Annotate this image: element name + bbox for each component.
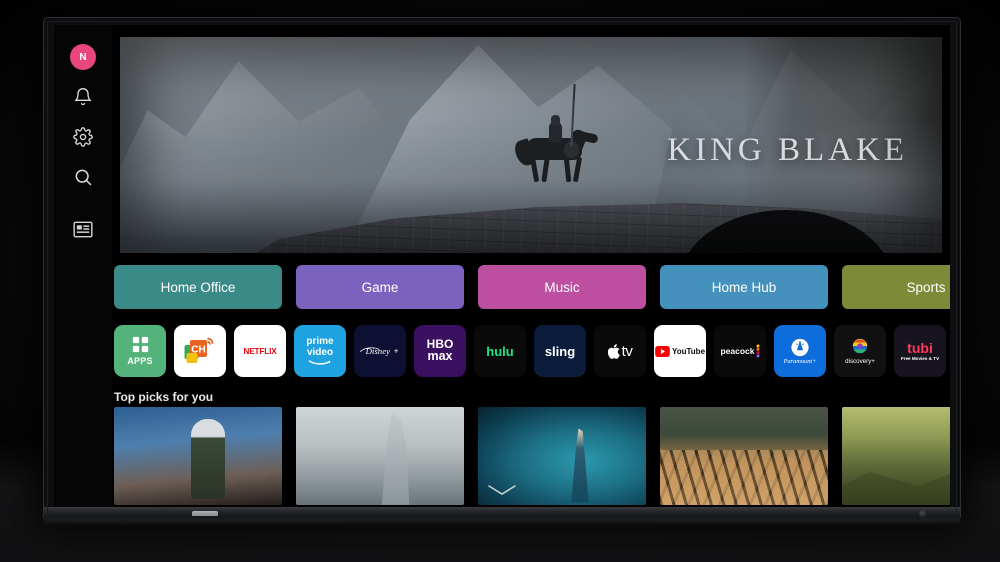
app-hulu[interactable]: hulu: [474, 325, 526, 377]
app-channels[interactable]: CH: [174, 325, 226, 377]
app-tubi[interactable]: tubi Free Movies & TV: [894, 325, 946, 377]
tv-brand-logo: [192, 511, 218, 517]
category-tiles: Home Office Game Music Home Hub Sports: [114, 265, 950, 309]
sidebar-item-notifications[interactable]: [54, 77, 112, 117]
category-label: Sports: [906, 279, 946, 295]
app-label-max: max: [427, 348, 453, 363]
app-prime-video[interactable]: prime video: [294, 325, 346, 377]
app-apps[interactable]: APPS: [114, 325, 166, 377]
pick-green-hills[interactable]: [842, 407, 950, 505]
app-label: NETFLIX: [243, 346, 277, 356]
app-netflix[interactable]: NETFLIX: [234, 325, 286, 377]
hero-banner[interactable]: KING BLAKE: [120, 37, 942, 253]
search-icon: [73, 167, 93, 187]
app-discovery-plus[interactable]: discovery+: [834, 325, 886, 377]
hero-title: KING BLAKE: [667, 132, 908, 169]
app-label: tubi: [907, 340, 933, 356]
app-label: peacock: [720, 346, 755, 356]
television: N KING BLAKE Home Office Game Music Home…: [44, 18, 960, 520]
app-label: tv: [621, 342, 633, 360]
app-apple-tv[interactable]: tv: [594, 325, 646, 377]
row-title: Top picks for you: [114, 390, 214, 404]
top-picks-row: [114, 407, 950, 505]
svg-text:CH: CH: [191, 345, 205, 356]
category-tile-music[interactable]: Music: [478, 265, 646, 309]
paramount-mountain-icon: [791, 338, 809, 356]
pick-astronaut[interactable]: [114, 407, 282, 505]
sidebar: N: [54, 25, 112, 507]
sidebar-item-profile[interactable]: N: [54, 37, 112, 77]
tv-home-ui: N KING BLAKE Home Office Game Music Home…: [54, 25, 950, 507]
tv-stand: [44, 518, 960, 525]
avatar[interactable]: N: [70, 44, 96, 70]
sidebar-item-settings[interactable]: [54, 117, 112, 157]
app-sublabel: Free Movies & TV: [900, 356, 940, 361]
sidebar-item-inputs[interactable]: [54, 209, 112, 249]
app-paramount-plus[interactable]: Paramount+: [774, 325, 826, 377]
app-label-prime: prime: [306, 336, 334, 348]
sidebar-item-search[interactable]: [54, 157, 112, 197]
app-sling[interactable]: sling: [534, 325, 586, 377]
grid-icon: [132, 336, 148, 353]
category-tile-home-hub[interactable]: Home Hub: [660, 265, 828, 309]
youtube-play-icon: [655, 345, 670, 357]
room-scene: N KING BLAKE Home Office Game Music Home…: [0, 0, 1000, 562]
app-youtube[interactable]: YouTube: [654, 325, 706, 377]
app-label: YouTube: [671, 346, 706, 356]
bell-icon: [73, 87, 93, 107]
app-label: sling: [544, 343, 576, 359]
category-label: Music: [544, 279, 580, 295]
tv-screen: N KING BLAKE Home Office Game Music Home…: [54, 25, 950, 507]
app-disney-plus[interactable]: Disney +: [354, 325, 406, 377]
apple-icon: [607, 343, 620, 359]
disney-plus-logo-icon: Disney +: [359, 346, 399, 356]
app-label: hulu: [486, 343, 514, 359]
svg-text:Disney: Disney: [365, 346, 391, 356]
app-label: discovery+: [845, 357, 875, 365]
category-label: Home Hub: [711, 279, 777, 295]
discovery-globe-icon: [852, 338, 868, 353]
gear-icon: [73, 127, 93, 147]
channels-logo-icon: CH: [184, 337, 214, 363]
category-tile-sports[interactable]: Sports: [842, 265, 950, 309]
amazon-smile-icon: [308, 359, 331, 365]
chevron-down-icon: [488, 485, 516, 495]
app-hbo-max[interactable]: HBO max: [414, 325, 466, 377]
category-label: Game: [361, 279, 399, 295]
pick-hooded-figure[interactable]: [296, 407, 464, 505]
app-label: APPS: [127, 356, 153, 366]
app-peacock[interactable]: peacock: [714, 325, 766, 377]
scroll-down-indicator[interactable]: [487, 483, 517, 501]
peacock-feathers-icon: [756, 344, 760, 358]
app-label: Paramount+: [783, 357, 817, 365]
pick-maze[interactable]: [660, 407, 828, 505]
input-source-icon: [73, 221, 93, 238]
category-tile-game[interactable]: Game: [296, 265, 464, 309]
knight-on-horse: [510, 83, 606, 182]
svg-text:+: +: [394, 347, 399, 356]
app-label-video: video: [306, 346, 334, 358]
app-row: APPS CH NETFLIX prime video Disney + HBO…: [114, 325, 950, 379]
category-tile-home-office[interactable]: Home Office: [114, 265, 282, 309]
category-label: Home Office: [160, 279, 236, 295]
